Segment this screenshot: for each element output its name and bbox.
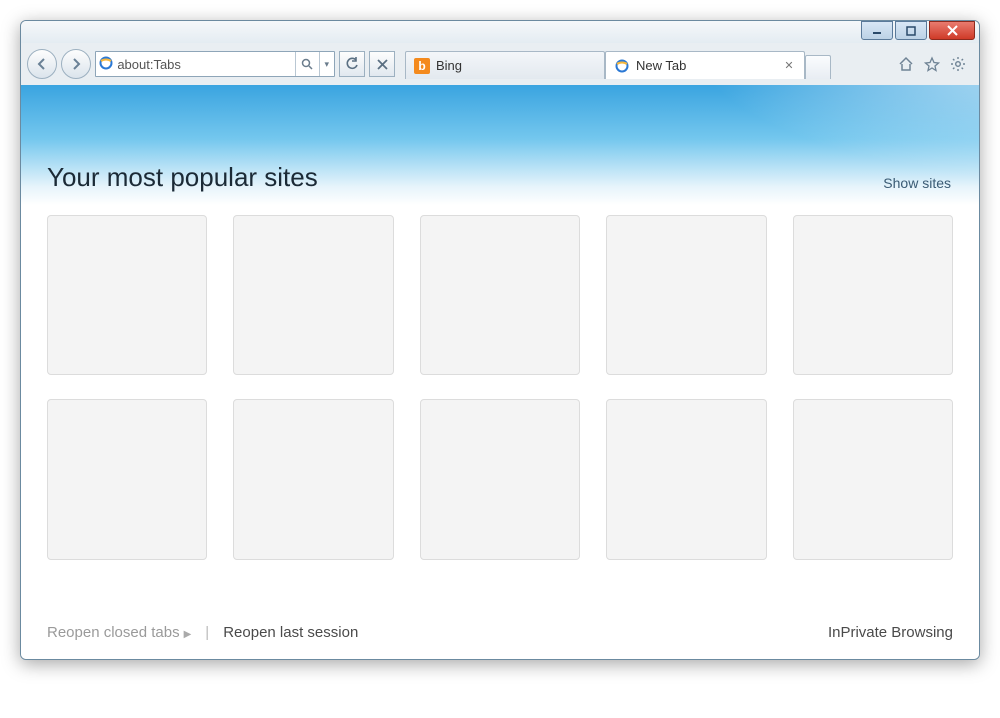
site-tile[interactable] bbox=[420, 215, 580, 375]
chevron-right-icon: ▶ bbox=[184, 629, 192, 640]
forward-button[interactable] bbox=[61, 49, 91, 79]
ie-favicon-icon bbox=[96, 56, 115, 73]
title-bar bbox=[21, 21, 979, 43]
site-tile[interactable] bbox=[47, 215, 207, 375]
settings-button[interactable] bbox=[947, 53, 969, 75]
site-tile[interactable] bbox=[47, 399, 207, 559]
maximize-button[interactable] bbox=[895, 21, 927, 40]
separator: | bbox=[205, 624, 209, 641]
footer-links: Reopen closed tabs▶ | Reopen last sessio… bbox=[47, 624, 953, 641]
bing-favicon-icon: b bbox=[414, 58, 430, 74]
tab-bing[interactable]: b Bing bbox=[405, 51, 605, 79]
inprivate-browsing-link[interactable]: InPrivate Browsing bbox=[828, 624, 953, 641]
site-tile[interactable] bbox=[233, 399, 393, 559]
stop-button[interactable] bbox=[369, 51, 395, 77]
ie-favicon-icon bbox=[614, 58, 630, 74]
browser-window: ▾ b Bing New Tab ✕ Your most popular sites … bbox=[20, 20, 980, 660]
new-tab-button[interactable] bbox=[805, 55, 831, 79]
address-input[interactable] bbox=[115, 53, 295, 75]
show-sites-link[interactable]: Show sites bbox=[883, 175, 951, 191]
site-tile[interactable] bbox=[233, 215, 393, 375]
site-tile-grid bbox=[21, 205, 979, 560]
home-button[interactable] bbox=[895, 53, 917, 75]
page-content: Your most popular sites Show sites Reope… bbox=[21, 85, 979, 659]
page-heading: Your most popular sites bbox=[47, 162, 318, 193]
search-icon[interactable] bbox=[295, 52, 318, 76]
favorites-button[interactable] bbox=[921, 53, 943, 75]
refresh-button[interactable] bbox=[339, 51, 365, 77]
site-tile[interactable] bbox=[793, 399, 953, 559]
window-controls bbox=[861, 21, 975, 40]
tab-close-icon[interactable]: ✕ bbox=[782, 59, 796, 73]
minimize-button[interactable] bbox=[861, 21, 893, 40]
site-tile[interactable] bbox=[606, 215, 766, 375]
close-button[interactable] bbox=[929, 21, 975, 40]
back-button[interactable] bbox=[27, 49, 57, 79]
reopen-last-session-link[interactable]: Reopen last session bbox=[223, 624, 358, 641]
tab-strip: b Bing New Tab ✕ bbox=[405, 49, 891, 79]
toolbar-right bbox=[895, 53, 973, 75]
site-tile[interactable] bbox=[793, 215, 953, 375]
site-tile[interactable] bbox=[606, 399, 766, 559]
navigation-bar: ▾ b Bing New Tab ✕ bbox=[21, 43, 979, 85]
hero-banner: Your most popular sites Show sites bbox=[21, 85, 979, 205]
tab-new-tab[interactable]: New Tab ✕ bbox=[605, 51, 805, 79]
address-dropdown-icon[interactable]: ▾ bbox=[319, 52, 334, 76]
site-tile[interactable] bbox=[420, 399, 580, 559]
tab-label: Bing bbox=[436, 58, 462, 73]
tab-label: New Tab bbox=[636, 58, 686, 73]
address-bar[interactable]: ▾ bbox=[95, 51, 335, 77]
reopen-closed-tabs-link[interactable]: Reopen closed tabs▶ bbox=[47, 624, 191, 641]
